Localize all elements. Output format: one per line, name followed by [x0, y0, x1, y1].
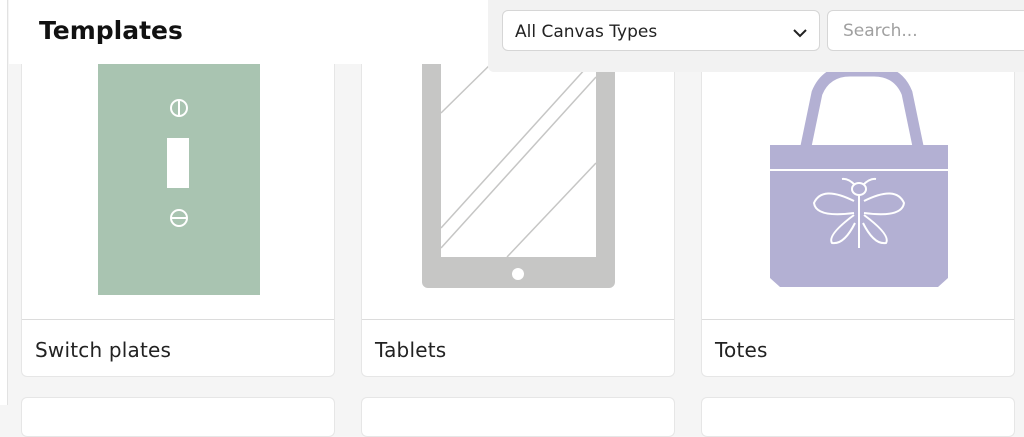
canvas-type-dropdown[interactable]: All Canvas Types: [502, 10, 820, 51]
template-card[interactable]: [701, 397, 1015, 437]
page-header: Templates: [9, 0, 489, 64]
filter-toolbar: All Canvas Types: [488, 0, 1024, 72]
card-label: Totes: [715, 338, 768, 362]
card-label: Switch plates: [35, 338, 172, 362]
dropdown-selected-value: All Canvas Types: [515, 22, 658, 42]
template-card[interactable]: [21, 397, 335, 437]
page-title: Templates: [39, 16, 183, 45]
template-card[interactable]: [361, 397, 675, 437]
chevron-down-icon: [793, 25, 807, 43]
left-panel-edge: [0, 0, 8, 405]
search-input[interactable]: [827, 10, 1024, 51]
card-label: Tablets: [375, 338, 447, 362]
